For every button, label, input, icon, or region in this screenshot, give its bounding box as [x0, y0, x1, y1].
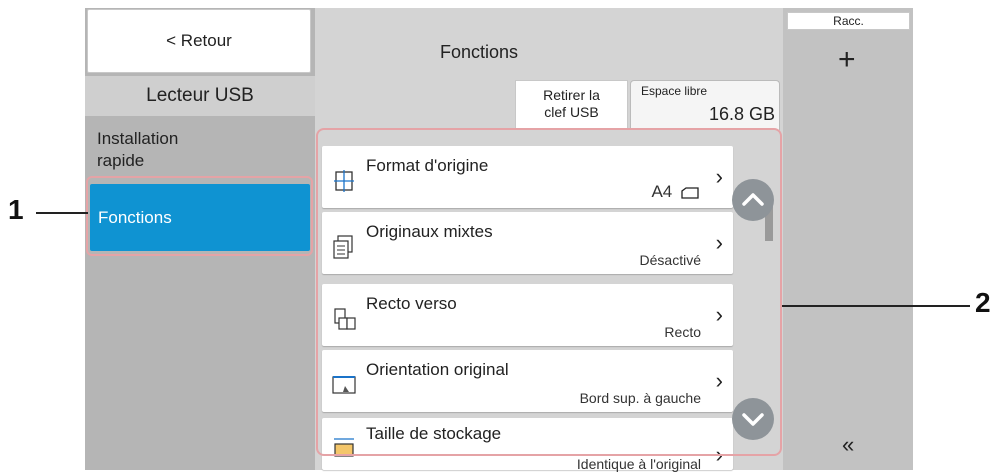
sidebar-item-functions[interactable]: Fonctions	[90, 184, 310, 251]
chevron-up-icon	[742, 193, 764, 206]
free-space-value: 16.8 GB	[708, 104, 775, 124]
sidebar-item-quick-setup[interactable]: Installation rapide	[97, 128, 297, 172]
right-panel	[783, 8, 913, 470]
callout-number-2: 2	[975, 287, 991, 318]
remove-usb-button[interactable]: Retirer la clef USB	[515, 80, 628, 130]
page-title: Fonctions	[439, 42, 519, 62]
chevron-down-icon	[742, 413, 764, 426]
shortcut-button[interactable]: Racc.	[787, 12, 910, 30]
callout-number-1: 1	[8, 194, 24, 225]
scroll-down-button[interactable]	[732, 398, 774, 440]
free-space-label: Espace libre	[641, 84, 708, 98]
callout-line-2	[782, 305, 970, 307]
sidebar-section-title: Lecteur USB	[85, 76, 315, 116]
callout-line-1	[36, 212, 88, 214]
highlight-outline-2	[316, 128, 782, 456]
scroll-up-button[interactable]	[732, 179, 774, 221]
add-shortcut-button[interactable]: +	[838, 45, 856, 75]
back-button[interactable]: < Retour	[87, 9, 311, 73]
collapse-panel-button[interactable]: «	[842, 432, 854, 458]
